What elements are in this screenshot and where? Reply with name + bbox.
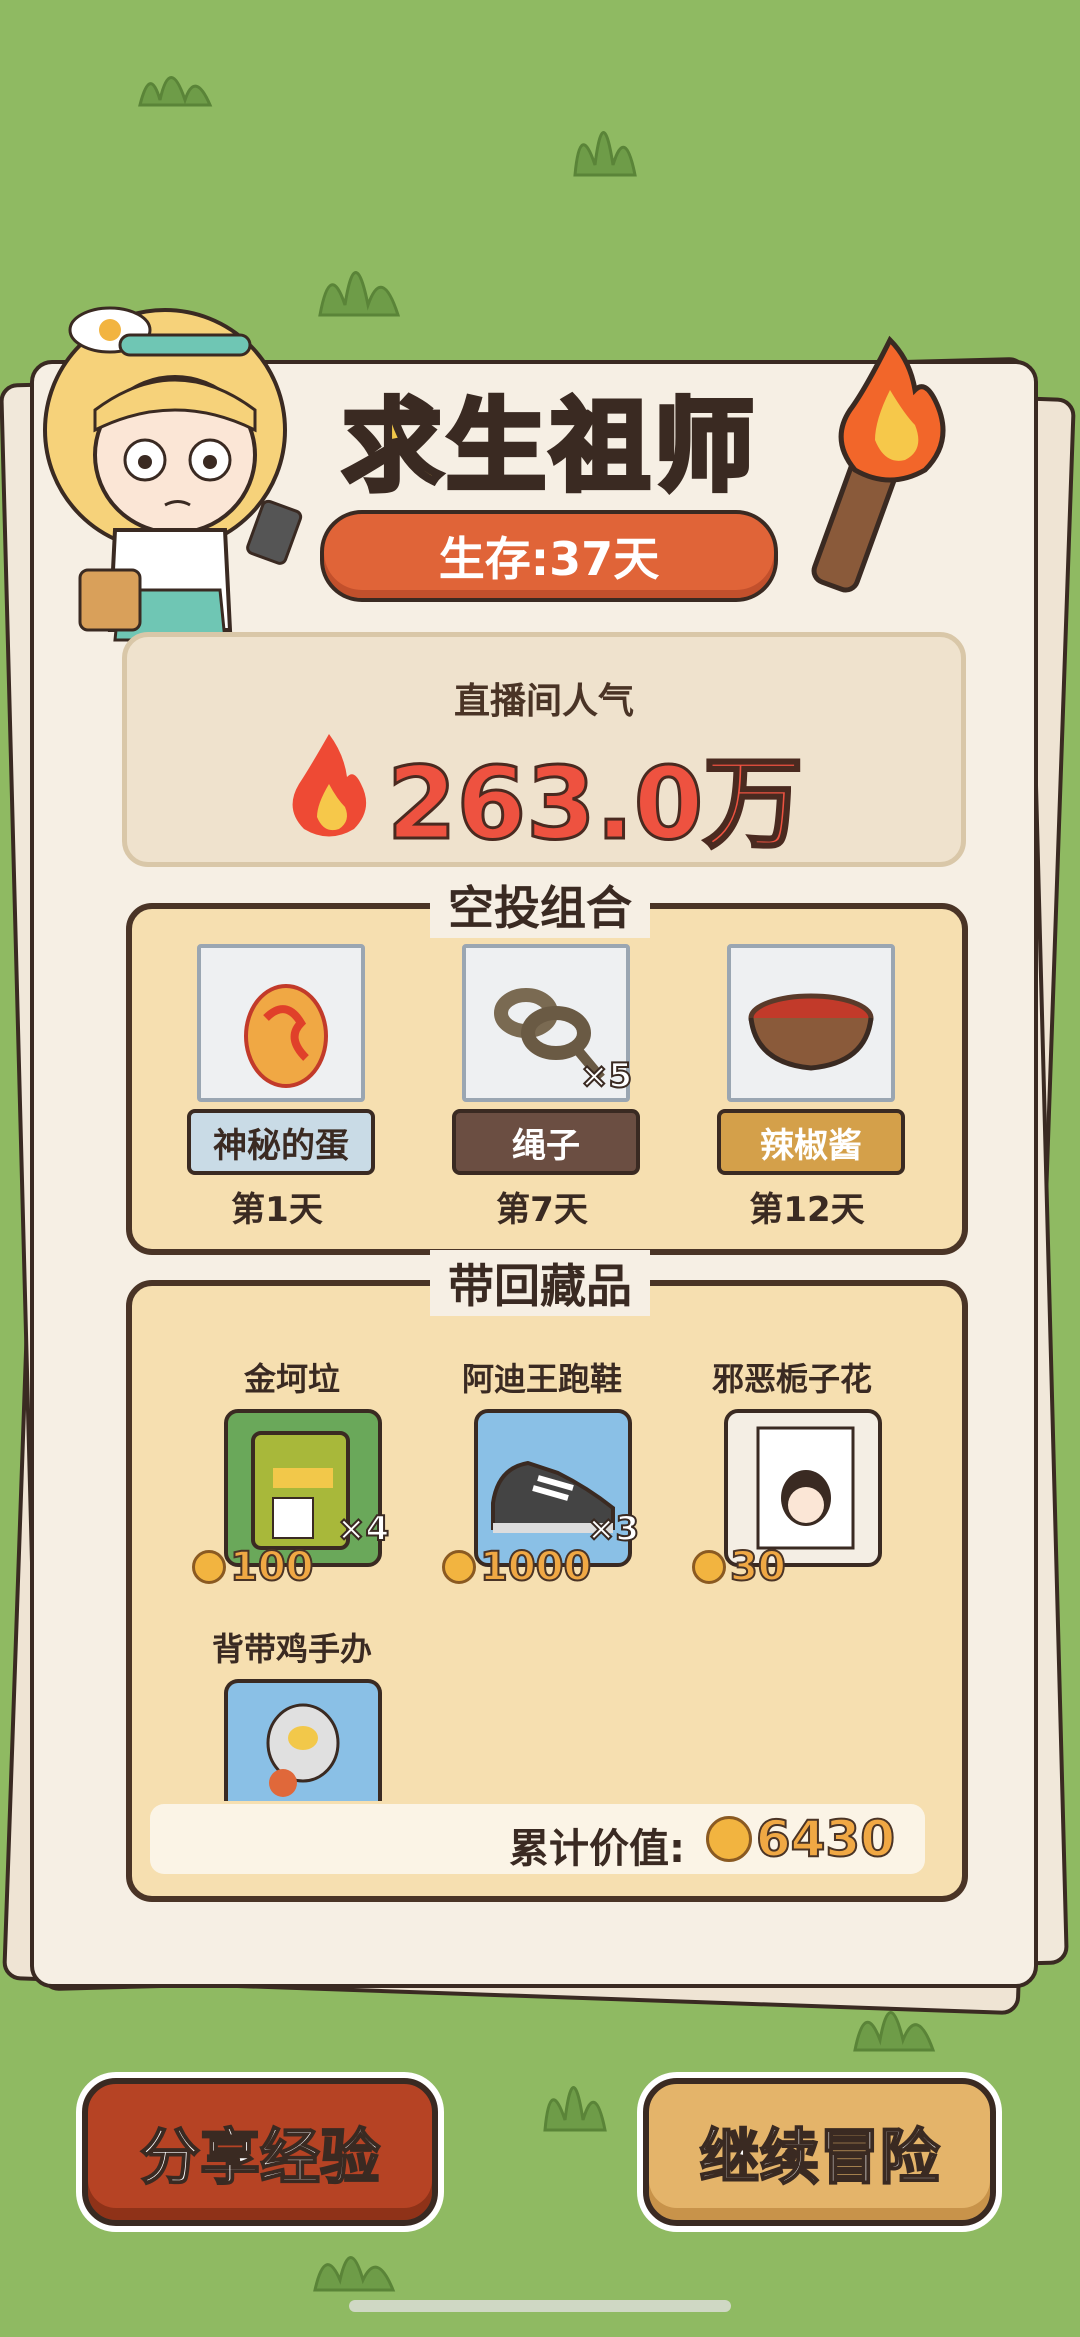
coin-icon [442,1550,476,1584]
coin-icon [692,1550,726,1584]
chili-sauce-bowl-icon [748,993,874,1071]
coin-icon [705,1816,752,1862]
flame-icon [292,734,367,837]
character-illustration [43,306,303,677]
item-day-label: 第1天 [231,1190,323,1230]
grass-decoration [138,76,213,107]
collection-item-value: 30 [692,1543,787,1591]
collection-item-count: ×3 [586,1508,640,1550]
collection-item-name: 背带鸡手办 [211,1630,372,1668]
airdrop-section-title: 空投组合 [0,872,1080,938]
item-day-label: 第7天 [496,1190,588,1230]
home-indicator[interactable] [349,2300,731,2312]
collection-item-value: 1000 [442,1543,592,1591]
share-experience-button[interactable]: 分享经验 [82,2078,438,2226]
popularity-value: 263.0万 [385,744,804,864]
item-day-label: 第12天 [749,1190,865,1230]
page-title: 求生祖师 [340,386,758,508]
total-value-label: 累计价值: [509,1826,685,1872]
collection-item-name: 邪恶栀子花 [711,1360,872,1398]
grass-decoration [573,131,637,177]
collection-item-value: 100 [192,1543,314,1591]
item-name-tag: 绳子 [452,1109,640,1175]
airdrop-section: 神秘的蛋 第1天 ×5 绳子 第7天 辣椒酱 第12天 [126,903,968,1255]
total-value-bar: 累计价值: 6430 [150,1804,925,1874]
item-count: ×5 [579,1055,633,1097]
item-name-tag: 辣椒酱 [717,1109,905,1175]
collection-item-name: 阿迪王跑鞋 [461,1360,622,1398]
collection-section: 金坷垃 ×4 100 阿迪王跑鞋 ×3 1000 邪恶栀子花 30 背带鸡手办 … [126,1280,968,1902]
chicken-figure-icon [266,1703,340,1797]
survival-days-badge: 生存:37天 [320,510,778,602]
portrait-poster-icon [756,1426,855,1550]
item-glass-case [727,944,895,1102]
torch-icon [811,335,946,593]
item-glass-case [197,944,365,1102]
item-name-tag: 神秘的蛋 [187,1109,375,1175]
collection-item-name: 金坷垃 [243,1360,340,1398]
grass-decoration [313,2256,396,2292]
popularity-panel: 直播间人气 263.0万 [122,632,966,867]
egg-icon [244,984,328,1088]
collection-item-count: ×4 [336,1508,390,1550]
collection-section-title: 带回藏品 [0,1250,1080,1316]
total-value-amount: 6430 [705,1809,896,1869]
popularity-label: 直播间人气 [453,681,634,722]
collection-item-card [224,1679,382,1801]
continue-adventure-button[interactable]: 继续冒险 [643,2078,996,2226]
grass-decoration [318,271,401,317]
grass-decoration [543,2086,607,2132]
coin-icon [192,1550,226,1584]
